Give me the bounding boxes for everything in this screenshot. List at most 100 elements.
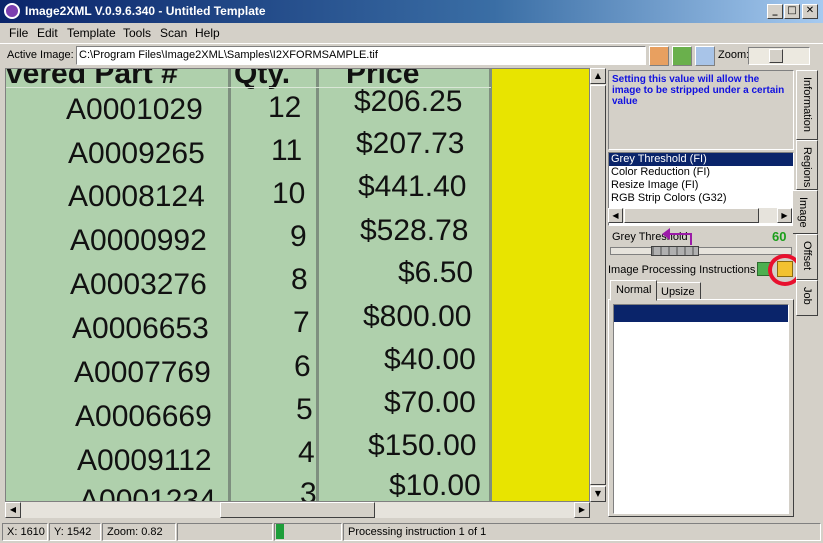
restore-button[interactable]: □ [784,4,800,19]
tab-offset-label: Offset [801,241,813,271]
zoom-slider[interactable] [748,47,810,65]
part-number: A0009112 [77,444,212,477]
status-message: Processing instruction 1 of 1 [343,523,821,541]
menu-template[interactable]: Template [67,26,116,40]
threshold-slider-thumb[interactable] [651,246,699,256]
ocr-icon[interactable] [695,46,715,66]
scroll-left-arrow-icon[interactable]: ◀ [5,502,21,518]
price-value: $206.25 [354,85,463,118]
title-bar[interactable]: Image2XML V.0.9.6.340 - Untitled Templat… [0,0,823,23]
list-item[interactable]: Grey Threshold (FI) [609,153,793,166]
list-item[interactable]: RGB Strip Colors (G32) [609,192,793,205]
image-viewport[interactable]: vered Part # Qty. Price A0001029 12 $206… [5,68,590,502]
scroll-right-arrow-icon[interactable]: ▶ [574,502,590,518]
qty-value: 9 [290,220,307,253]
tab-upsize[interactable]: Upsize [655,282,701,300]
menu-scan[interactable]: Scan [160,26,187,40]
price-value: $150.00 [368,429,477,462]
tab-normal[interactable]: Normal [610,280,658,301]
status-bar: X: 1610 Y: 1542 Zoom: 0.82 Processing in… [0,521,823,543]
part-number: A0001029 [66,93,203,126]
status-blank [177,523,273,541]
status-zoom: Zoom: 0.82 [102,523,176,541]
scroll-right-arrow-icon[interactable]: ▶ [777,208,792,223]
tab-job-label: Job [801,287,813,305]
list-item[interactable]: Color Reduction (FI) [609,166,793,179]
instruction-tabs: Normal Upsize [608,280,794,301]
qty-value: 8 [291,263,308,296]
horizontal-scroll-thumb[interactable] [220,502,375,518]
price-value: $6.50 [398,256,474,289]
app-logo-icon [4,3,20,19]
part-number: A0006669 [75,400,212,433]
scroll-up-arrow-icon[interactable]: ▲ [590,68,606,84]
status-x: X: 1610 [2,523,48,541]
instruction-scroll-thumb[interactable] [624,208,759,223]
part-number: A0003276 [70,268,207,301]
help-text-box: Setting this value will allow the image … [608,70,794,150]
tab-regions-label: Regions [801,147,813,188]
image-processing-label: Image Processing Instructions [608,264,756,276]
part-number: A0009265 [68,137,205,170]
threshold-value: 60 [772,229,787,244]
instruction-editor[interactable] [613,304,789,514]
price-value: $528.78 [360,214,469,247]
vertical-scrollbar[interactable]: ▲ ▼ [590,68,606,502]
qty-value: 11 [271,134,303,167]
price-value: $800.00 [363,300,472,333]
menu-edit[interactable]: Edit [37,26,58,40]
image-properties-panel: Setting this value will allow the image … [607,68,802,518]
column-divider [316,69,319,501]
tab-information-label: Information [801,77,813,133]
scroll-down-arrow-icon[interactable]: ▼ [590,486,606,502]
tab-offset[interactable]: Offset [796,234,818,280]
column-divider [228,69,231,501]
window-title: Image2XML V.0.9.6.340 - Untitled Templat… [25,4,266,18]
scan-icon[interactable] [672,46,692,66]
side-tabs: Information Regions Image Offset Job [793,68,820,368]
application-window: Image2XML V.0.9.6.340 - Untitled Templat… [0,0,823,543]
zoom-slider-thumb[interactable] [769,49,783,63]
menu-bar: File Edit Template Tools Scan Help [0,23,823,42]
close-button[interactable]: ✕ [802,4,818,19]
vertical-scroll-thumb[interactable] [590,85,606,485]
part-number: A0006653 [72,312,209,345]
active-image-path-field[interactable]: C:\Program Files\Image2XML\Samples\I2XFO… [76,46,646,65]
tab-image[interactable]: Image [793,190,818,234]
qty-value: 10 [272,177,306,210]
price-value: $441.40 [358,170,467,203]
tab-information[interactable]: Information [796,70,818,140]
column-divider [489,69,492,501]
minimize-button[interactable]: _ [767,4,783,19]
part-number: A0007769 [74,356,211,389]
tab-regions[interactable]: Regions [796,140,818,190]
price-value: $40.00 [384,343,476,376]
annotation-arrow-icon [668,233,692,245]
zoom-label: Zoom: [718,49,750,61]
header-part: vered Part # [6,68,178,90]
menu-file[interactable]: File [9,26,28,40]
toolbar: Active Image: C:\Program Files\Image2XML… [0,43,823,67]
tab-job[interactable]: Job [796,280,818,316]
header-qty: Qty. [234,68,291,90]
qty-value: 5 [296,393,313,426]
part-number: A0001234 [79,484,216,502]
tab-panel [608,299,794,517]
qty-value: 4 [298,436,315,469]
qty-value: 3 [300,477,317,502]
part-number: A0000992 [70,224,207,257]
progress-fill [276,524,284,539]
qty-value: 7 [293,306,310,339]
instruction-list-scrollbar[interactable]: ◀ ▶ [608,208,792,223]
open-folder-icon[interactable] [649,46,669,66]
active-image-label: Active Image: [7,49,74,61]
horizontal-scrollbar[interactable]: ◀ ▶ [5,502,590,518]
grey-threshold-control: Grey Threshold 60 [608,228,794,259]
scroll-left-arrow-icon[interactable]: ◀ [608,208,623,223]
menu-tools[interactable]: Tools [123,26,151,40]
menu-help[interactable]: Help [195,26,220,40]
list-item[interactable]: Resize Image (FI) [609,179,793,192]
annotation-arrowhead-icon [662,228,670,240]
threshold-slider[interactable] [610,246,792,256]
part-number: A0008124 [68,180,205,213]
